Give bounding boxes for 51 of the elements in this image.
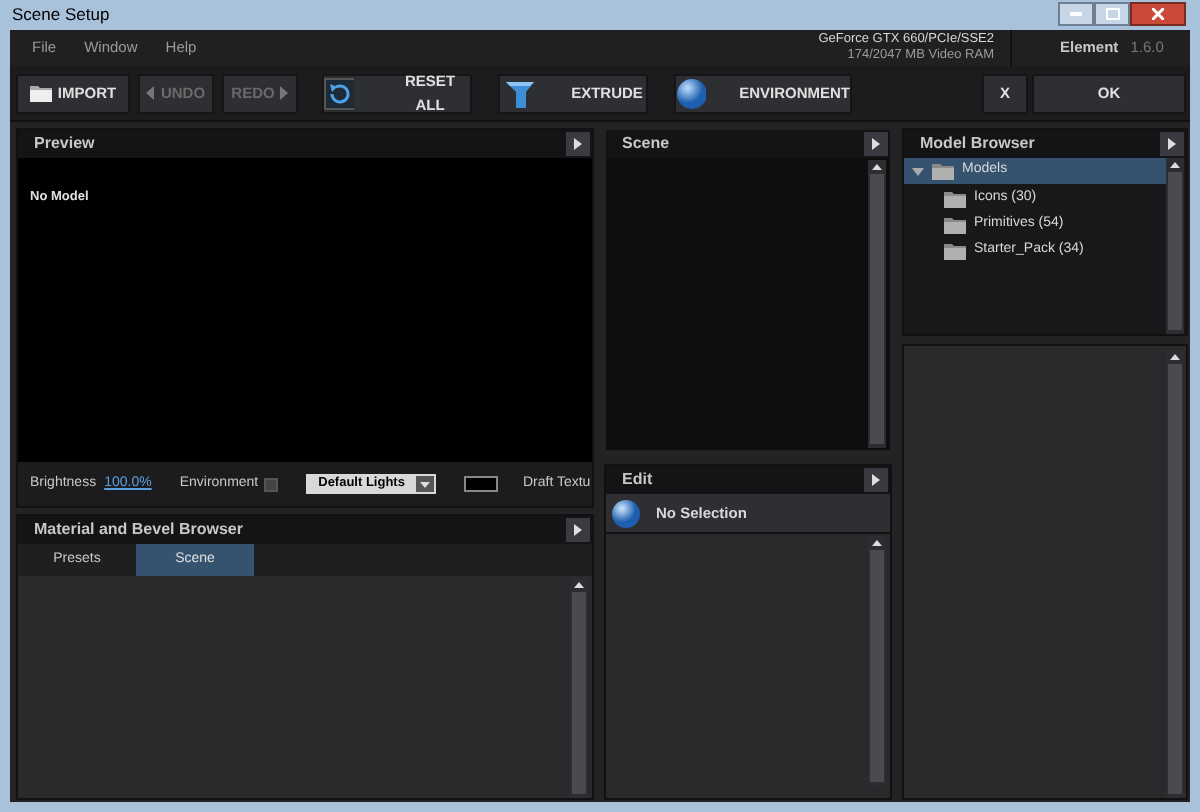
panel-title: Model Browser xyxy=(920,132,1035,156)
panel-menu-button[interactable] xyxy=(1160,132,1184,156)
up-arrow-icon xyxy=(1170,162,1180,168)
close-button[interactable] xyxy=(1130,1,1186,25)
panel-menu-button[interactable] xyxy=(864,132,888,156)
scrollbar[interactable] xyxy=(868,536,886,786)
triangle-icon xyxy=(872,138,880,150)
close-icon xyxy=(1152,7,1164,19)
up-arrow-icon xyxy=(574,582,584,588)
up-arrow-icon xyxy=(1170,354,1180,360)
up-arrow-icon xyxy=(872,540,882,546)
panel-menu-button[interactable] xyxy=(566,518,590,542)
scrollbar-thumb[interactable] xyxy=(1168,172,1182,330)
folder-icon xyxy=(944,242,966,260)
extrude-shape-icon xyxy=(503,77,536,109)
panel-title: Preview xyxy=(34,132,95,156)
maximize-button[interactable] xyxy=(1094,1,1130,25)
scrollbar[interactable] xyxy=(1166,158,1184,334)
panel-menu-button[interactable] xyxy=(864,468,888,492)
folder-icon xyxy=(932,162,954,180)
dropdown-caret-icon xyxy=(420,481,431,487)
triangle-icon xyxy=(1168,138,1176,150)
sphere-icon xyxy=(612,499,640,527)
environment-checkbox[interactable] xyxy=(264,477,279,491)
minimize-button[interactable] xyxy=(1058,1,1094,25)
scrollbar[interactable] xyxy=(1166,350,1184,798)
scrollbar-thumb[interactable] xyxy=(1168,364,1182,794)
minimize-icon xyxy=(1070,11,1082,15)
scrollbar-thumb[interactable] xyxy=(870,550,884,782)
triangle-icon xyxy=(574,138,582,150)
folder-icon xyxy=(944,216,966,234)
folder-icon xyxy=(944,190,966,208)
left-arrow-icon xyxy=(146,86,155,100)
window-title: Scene Setup xyxy=(10,2,110,28)
right-arrow-icon xyxy=(280,86,289,100)
triangle-icon xyxy=(574,524,582,536)
scrollbar-thumb[interactable] xyxy=(870,174,884,444)
scrollbar-thumb[interactable] xyxy=(572,592,586,794)
scrollbar[interactable] xyxy=(570,578,588,798)
expanded-caret-icon[interactable] xyxy=(912,165,924,177)
panel-title: Scene xyxy=(622,132,670,156)
panel-menu-button[interactable] xyxy=(566,132,590,156)
color-swatch[interactable] xyxy=(464,476,499,492)
refresh-icon xyxy=(324,77,355,109)
up-arrow-icon xyxy=(872,164,882,170)
maximize-icon xyxy=(1105,7,1119,19)
triangle-icon xyxy=(872,474,880,486)
panel-title: Edit xyxy=(622,468,653,492)
scrollbar[interactable] xyxy=(868,160,886,448)
panel-title: Material and Bevel Browser xyxy=(34,518,243,542)
folder-icon xyxy=(29,84,52,102)
